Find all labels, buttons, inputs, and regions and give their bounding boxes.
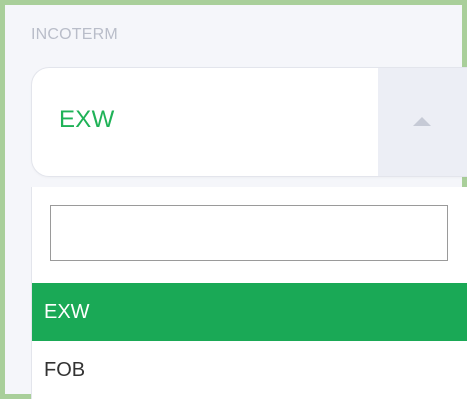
option-exw[interactable]: EXW xyxy=(32,283,467,341)
dropdown-search-input[interactable] xyxy=(50,205,448,261)
dropdown-menu: EXW FOB xyxy=(31,187,467,399)
dropdown-toggle[interactable] xyxy=(378,68,467,176)
option-fob[interactable]: FOB xyxy=(32,341,467,399)
caret-up-icon xyxy=(413,117,431,126)
incoterm-panel: INCOTERM EXW EXW FOB xyxy=(0,0,467,399)
incoterm-select[interactable]: EXW xyxy=(31,67,467,177)
selected-value: EXW xyxy=(59,106,115,133)
incoterm-label: INCOTERM xyxy=(31,26,118,43)
